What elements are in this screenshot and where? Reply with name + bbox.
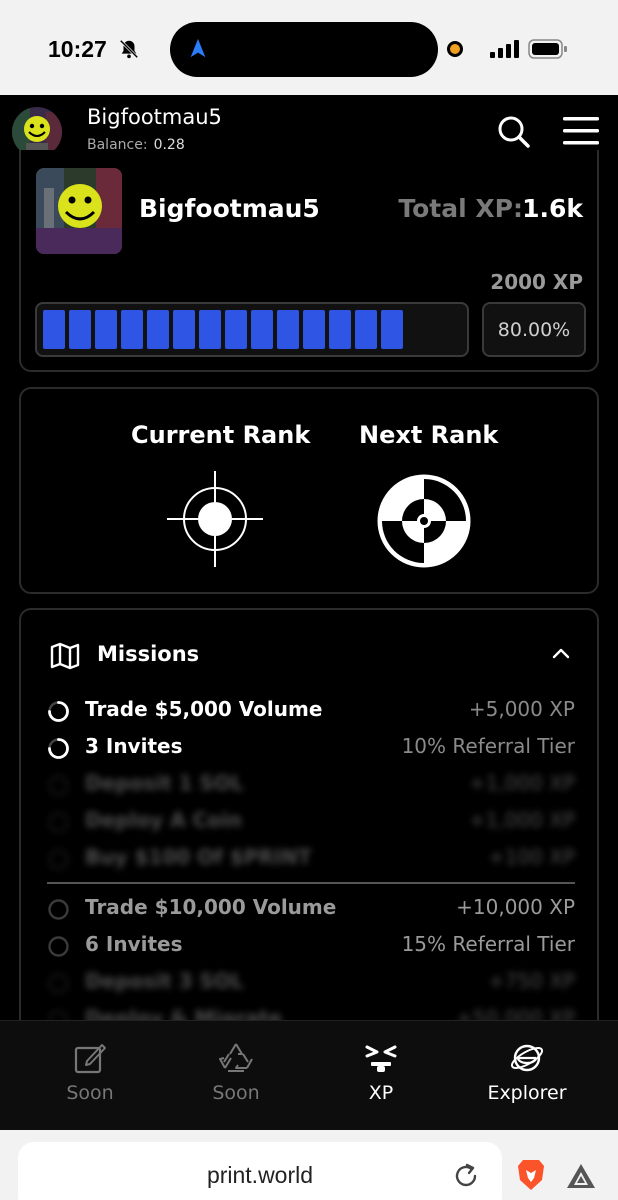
mission-reward: +750 XP <box>487 969 575 993</box>
empty-circle-icon <box>48 775 69 796</box>
missions-title: Missions <box>97 642 200 666</box>
progress-segment <box>277 310 299 349</box>
progress-segment <box>225 310 247 349</box>
mission-reward: +10,000 XP <box>456 895 575 919</box>
bell-muted-icon <box>119 39 139 59</box>
empty-circle-icon <box>48 936 69 957</box>
brave-lion-icon[interactable] <box>515 1158 547 1192</box>
mission-name: 3 Invites <box>85 734 183 758</box>
xp-progress-percent: 80.00% <box>482 302 586 357</box>
nav-item-soon-2[interactable]: Soon <box>159 1021 313 1131</box>
target-xp: 2000 XP <box>490 270 583 294</box>
progress-segment <box>251 310 273 349</box>
mission-reward: +5,000 XP <box>468 697 575 721</box>
xp-progress-bar <box>35 302 469 357</box>
progress-segment <box>43 310 65 349</box>
mission-name: Trade $5,000 Volume <box>85 697 323 721</box>
progress-segment <box>329 310 351 349</box>
nav-item-explorer[interactable]: Explorer <box>450 1021 604 1131</box>
mission-name: Deploy A Coin <box>85 808 243 832</box>
mission-item[interactable]: Deploy A Coin +1,000 XP <box>47 807 575 837</box>
header-username: Bigfootmau5 <box>87 105 222 129</box>
nav-label: Explorer <box>487 1082 567 1104</box>
mission-name: Deposit 3 SOL <box>85 969 244 993</box>
missions-panel: Missions Trade $5,000 Volume +5,000 XP 3 I… <box>19 608 599 1048</box>
next-rank-label: Next Rank <box>359 421 499 449</box>
mission-name: Trade $10,000 Volume <box>85 895 337 919</box>
mission-item[interactable]: 6 Invites 15% Referral Tier <box>47 931 575 961</box>
search-icon[interactable] <box>496 114 530 148</box>
progress-ring-icon <box>48 738 69 759</box>
xp-progress-fill <box>43 310 461 349</box>
battery-icon <box>528 39 567 59</box>
progress-segment <box>173 310 195 349</box>
mission-name: Deposit 1 SOL <box>85 771 244 795</box>
hamburger-menu-icon[interactable] <box>562 115 600 147</box>
progress-ring-icon <box>48 701 69 722</box>
url-text[interactable]: print.world <box>18 1162 502 1189</box>
total-xp-value: 1.6k <box>522 194 583 223</box>
bottom-nav: Soon Soon XP Explorer <box>0 1020 618 1130</box>
nav-label: Soon <box>66 1082 114 1104</box>
progress-segment <box>381 310 403 349</box>
empty-circle-icon <box>48 812 69 833</box>
navigation-arrow-icon <box>190 38 206 58</box>
mission-reward: +1,000 XP <box>468 771 575 795</box>
profile-avatar <box>36 168 122 254</box>
mission-name: Buy $100 Of $PRINT <box>85 845 312 869</box>
progress-segment <box>69 310 91 349</box>
chevron-up-icon[interactable] <box>551 644 571 664</box>
mission-reward: 10% Referral Tier <box>401 734 575 758</box>
mission-item[interactable]: Buy $100 Of $PRINT +100 XP <box>47 844 575 874</box>
progress-segment <box>199 310 221 349</box>
mission-item[interactable]: Trade $10,000 Volume +10,000 XP <box>47 894 575 924</box>
signal-icon <box>490 40 519 58</box>
xp-face-icon <box>365 1045 397 1072</box>
mission-item[interactable]: Deposit 1 SOL +1,000 XP <box>47 770 575 800</box>
progress-segment <box>355 310 377 349</box>
activity-dot-icon <box>447 41 463 57</box>
reload-icon[interactable] <box>452 1162 480 1190</box>
ios-status-bar: 10:27 <box>0 0 618 95</box>
mission-item[interactable]: 3 Invites 10% Referral Tier <box>47 733 575 763</box>
next-rank-target-icon <box>374 471 474 571</box>
mission-item[interactable]: Deposit 3 SOL +750 XP <box>47 968 575 998</box>
smiley-avatar-image <box>36 168 122 254</box>
browser-toolbar: print.world <box>0 1130 618 1200</box>
edit-icon <box>74 1044 106 1074</box>
empty-circle-icon <box>48 899 69 920</box>
status-time: 10:27 <box>48 36 107 62</box>
mission-name: 6 Invites <box>85 932 183 956</box>
progress-segment <box>95 310 117 349</box>
progress-segment <box>121 310 143 349</box>
map-icon <box>50 642 80 670</box>
mission-reward: +100 XP <box>487 845 575 869</box>
rewards-triangle-icon[interactable] <box>565 1162 597 1190</box>
profile-xp-card: Bigfootmau5 Total XP: 1.6k 2000 XP 80.00… <box>19 150 599 372</box>
explorer-icon <box>510 1044 544 1072</box>
nav-label: XP <box>368 1082 394 1104</box>
empty-circle-icon <box>48 849 69 870</box>
profile-name: Bigfootmau5 <box>139 194 320 223</box>
nav-label: Soon <box>212 1082 260 1104</box>
missions-divider <box>47 882 575 884</box>
rank-card: Current Rank Next Rank <box>19 387 599 594</box>
nav-item-xp[interactable]: XP <box>304 1021 458 1131</box>
current-rank-crosshair-icon <box>167 471 263 567</box>
progress-segment <box>147 310 169 349</box>
current-rank-label: Current Rank <box>131 421 311 449</box>
dynamic-island <box>170 22 438 77</box>
recycle-icon <box>219 1043 253 1072</box>
mission-reward: +1,000 XP <box>468 808 575 832</box>
progress-segment <box>303 310 325 349</box>
mission-item[interactable]: Trade $5,000 Volume +5,000 XP <box>47 696 575 726</box>
mission-reward: 15% Referral Tier <box>401 932 575 956</box>
total-xp-label: Total XP: <box>398 194 523 223</box>
empty-circle-icon <box>48 973 69 994</box>
nav-item-soon-1[interactable]: Soon <box>13 1021 167 1131</box>
